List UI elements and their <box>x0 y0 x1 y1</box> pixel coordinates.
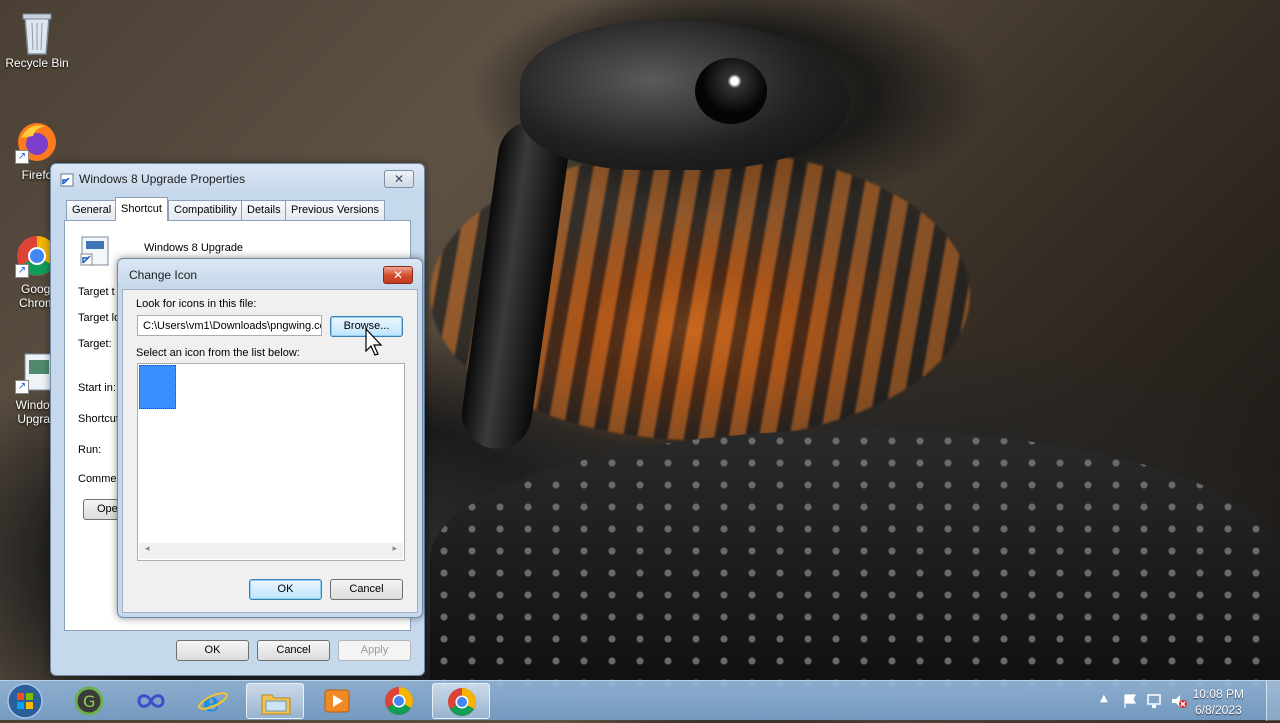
show-desktop-button[interactable] <box>1266 681 1280 721</box>
taskbar-item-greenshot[interactable]: G <box>60 683 118 719</box>
taskbar-item-chrome-2[interactable] <box>432 683 490 719</box>
snake-head <box>520 20 850 170</box>
svg-text:e: e <box>203 688 220 716</box>
tab-shortcut[interactable]: Shortcut <box>115 197 168 221</box>
file-path-input[interactable]: C:\Users\vm1\Downloads\pngwing.cc <box>137 315 322 336</box>
snake-eye <box>695 58 767 124</box>
file-explorer-icon <box>261 694 291 715</box>
field-label-run: Run: <box>78 444 102 456</box>
snake-coil <box>430 430 1280 690</box>
volume-muted-icon[interactable] <box>1170 693 1188 709</box>
taskbar-item-chrome[interactable] <box>370 683 428 719</box>
tab-previous-versions[interactable]: Previous Versions <box>285 200 386 220</box>
scroll-right-icon[interactable]: ▸ <box>392 544 397 554</box>
shortcut-arrow-icon: ↗ <box>15 380 29 394</box>
tab-details[interactable]: Details <box>241 200 287 220</box>
close-icon: ✕ <box>392 268 404 282</box>
media-player-icon <box>324 689 350 713</box>
field-label-target-type: Target t <box>78 286 115 298</box>
clock-date: 6/8/2023 <box>1194 703 1242 717</box>
close-icon: ✕ <box>393 172 405 186</box>
taskbar-item-file-explorer[interactable] <box>246 683 304 719</box>
shortcut-icon <box>60 173 74 187</box>
change-icon-ok-button[interactable]: OK <box>249 579 322 600</box>
taskbar: G e ▲ 10:08 PM 6/8/2023 <box>0 680 1280 721</box>
change-icon-titlebar[interactable]: Change Icon ✕ <box>118 259 422 289</box>
taskbar-item-internet-explorer[interactable]: e <box>184 683 242 719</box>
field-label-start-in: Start in: <box>78 382 116 394</box>
taskbar-item-infinity-app[interactable] <box>122 683 180 719</box>
chrome-icon <box>448 688 476 716</box>
look-for-icons-label: Look for icons in this file: <box>136 298 257 310</box>
properties-titlebar[interactable]: Windows 8 Upgrade Properties ✕ <box>51 164 424 194</box>
field-label-target: Target: <box>78 338 112 350</box>
windows-logo-icon <box>7 683 43 719</box>
tab-compatibility[interactable]: Compatibility <box>168 200 243 220</box>
action-center-flag-icon[interactable] <box>1122 693 1138 709</box>
start-button[interactable] <box>4 682 46 720</box>
apply-button[interactable]: Apply <box>338 640 411 661</box>
horizontal-scrollbar[interactable]: ◂ ▸ <box>139 543 403 559</box>
shortcut-name: Windows 8 Upgrade <box>144 242 244 254</box>
desktop-icon-label: Recycle Bin <box>5 56 69 70</box>
field-label-comment: Commer <box>78 473 121 485</box>
field-label-target-location: Target lo <box>78 312 121 324</box>
change-icon-dialog: Change Icon ✕ Look for icons in this fil… <box>117 258 423 618</box>
taskbar-item-media-player[interactable] <box>308 683 366 719</box>
desktop-icon-recycle-bin[interactable]: Recycle Bin <box>0 8 74 70</box>
clock-time: 10:08 PM <box>1192 687 1244 701</box>
shortcut-arrow-icon: ↗ <box>15 150 29 164</box>
svg-text:G: G <box>83 692 95 711</box>
field-label-shortcut-key: Shortcut <box>78 413 119 425</box>
system-clock[interactable]: 10:08 PM 6/8/2023 <box>1193 686 1244 718</box>
change-icon-title: Change Icon <box>129 268 198 282</box>
file-path-value: C:\Users\vm1\Downloads\pngwing.cc <box>143 320 322 332</box>
network-icon[interactable] <box>1146 693 1164 709</box>
chrome-icon <box>385 687 413 715</box>
shortcut-file-icon <box>80 236 109 266</box>
ok-button[interactable]: OK <box>176 640 249 661</box>
properties-close-button[interactable]: ✕ <box>384 170 414 188</box>
change-icon-cancel-button[interactable]: Cancel <box>330 579 403 600</box>
shortcut-arrow-icon: ↗ <box>15 264 29 278</box>
select-icon-label: Select an icon from the list below: <box>136 347 300 359</box>
change-icon-close-button[interactable]: ✕ <box>383 266 413 284</box>
infinity-app-icon <box>137 694 165 708</box>
properties-title: Windows 8 Upgrade Properties <box>79 172 246 186</box>
mouse-cursor-icon <box>365 328 383 356</box>
tab-general[interactable]: General <box>66 200 118 220</box>
firefox-icon: ↗ <box>15 120 59 164</box>
cancel-button[interactable]: Cancel <box>257 640 330 661</box>
greenshot-icon: G <box>74 686 104 716</box>
icon-list-item-selected[interactable] <box>139 365 176 409</box>
recycle-bin-icon <box>15 8 59 55</box>
scroll-left-icon[interactable]: ◂ <box>145 544 150 554</box>
show-hidden-icons-icon[interactable]: ▲ <box>1100 693 1108 704</box>
icon-list[interactable]: ◂ ▸ <box>137 363 405 561</box>
internet-explorer-icon: e <box>198 688 228 716</box>
